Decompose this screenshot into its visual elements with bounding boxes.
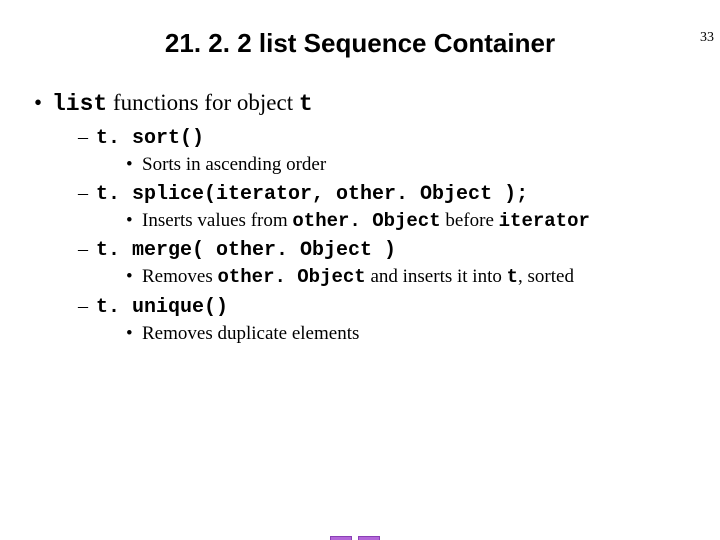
bullet-level3: •Inserts values from other. Object befor…: [126, 209, 720, 234]
text: Sorts in ascending order: [142, 154, 326, 175]
text: before: [441, 210, 499, 231]
text: Inserts values from: [142, 210, 292, 231]
code-text: t: [299, 91, 313, 117]
bullet-level2: –t. sort(): [78, 125, 720, 151]
slide: 33 21. 2. 2 list Sequence Container •lis…: [0, 28, 720, 540]
bullet-level3: •Removes duplicate elements: [126, 322, 720, 346]
code-text: other. Object: [217, 266, 365, 288]
code-text: t: [507, 266, 518, 288]
text: Removes duplicate elements: [142, 323, 359, 344]
code-text: t. merge( other. Object ): [96, 239, 396, 262]
bullet-dot-icon: •: [126, 153, 142, 177]
nav-controls: [330, 536, 380, 540]
dash-icon: –: [78, 237, 96, 262]
code-text: other. Object: [292, 210, 440, 232]
bullet-dot-icon: •: [126, 265, 142, 289]
bullet-level3: •Removes other. Object and inserts it in…: [126, 265, 720, 290]
bullet-level1: •list functions for object t: [34, 89, 720, 119]
bullet-level3: •Sorts in ascending order: [126, 153, 720, 177]
text: and inserts it into: [366, 266, 507, 287]
text: Removes: [142, 266, 217, 287]
prev-button[interactable]: [330, 536, 352, 540]
code-text: list: [52, 91, 107, 117]
bullet-level2: –t. merge( other. Object ): [78, 237, 720, 263]
code-text: t. splice(iterator, other. Object );: [96, 183, 528, 206]
dash-icon: –: [78, 181, 96, 206]
text: functions for object: [107, 90, 299, 115]
bullet-dot-icon: •: [126, 209, 142, 233]
text: , sorted: [518, 266, 574, 287]
bullet-dot-icon: •: [34, 89, 52, 118]
slide-title: 21. 2. 2 list Sequence Container: [0, 28, 720, 59]
code-text: t. sort(): [96, 127, 204, 150]
bullet-dot-icon: •: [126, 322, 142, 346]
dash-icon: –: [78, 125, 96, 150]
dash-icon: –: [78, 294, 96, 319]
content-area: •list functions for object t –t. sort() …: [34, 89, 720, 346]
code-text: iterator: [499, 210, 590, 232]
bullet-level2: –t. splice(iterator, other. Object );: [78, 181, 720, 207]
next-button[interactable]: [358, 536, 380, 540]
page-number: 33: [700, 30, 714, 46]
bullet-level2: –t. unique(): [78, 294, 720, 320]
code-text: t. unique(): [96, 296, 228, 319]
